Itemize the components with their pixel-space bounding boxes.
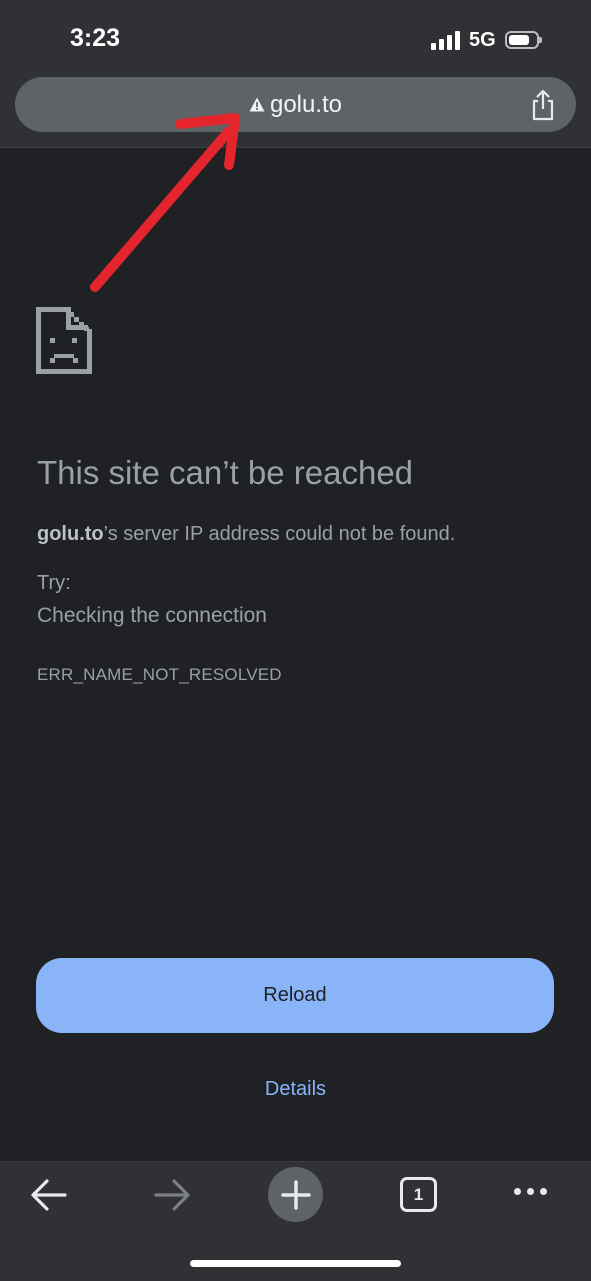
try-label: Try: [37,572,71,594]
error-title: This site can’t be reached [37,454,414,491]
more-menu-icon[interactable] [514,1188,547,1195]
sad-page-icon [36,307,92,374]
address-bar[interactable]: golu.to [15,77,576,132]
url-text[interactable]: golu.to [270,91,342,119]
tab-switcher-button[interactable]: 1 [400,1177,437,1212]
details-link[interactable]: Details [0,1078,591,1101]
error-message: ’s server IP address could not be found. [103,523,456,545]
status-time: 3:23 [70,24,121,52]
share-icon[interactable] [530,89,556,121]
suggestion-item: Checking the connection [37,604,267,627]
home-indicator[interactable] [190,1260,401,1267]
error-host: golu.to [37,523,104,545]
plus-icon [280,1179,311,1210]
error-code: ERR_NAME_NOT_RESOLVED [37,665,282,684]
battery-fill [508,35,529,45]
status-indicators: 5G [431,28,542,52]
new-tab-button[interactable] [268,1167,323,1222]
forward-arrow-icon[interactable] [153,1178,191,1212]
warning-triangle-icon [249,97,265,112]
battery-icon [504,31,542,49]
top-bar: 3:23 5G golu.to [0,0,591,148]
back-arrow-icon[interactable] [30,1178,68,1212]
network-label: 5G [469,28,496,51]
error-description: golu.to’s server IP address could not be… [37,523,455,546]
signal-icon [431,30,460,50]
reload-button[interactable]: Reload [36,958,554,1033]
